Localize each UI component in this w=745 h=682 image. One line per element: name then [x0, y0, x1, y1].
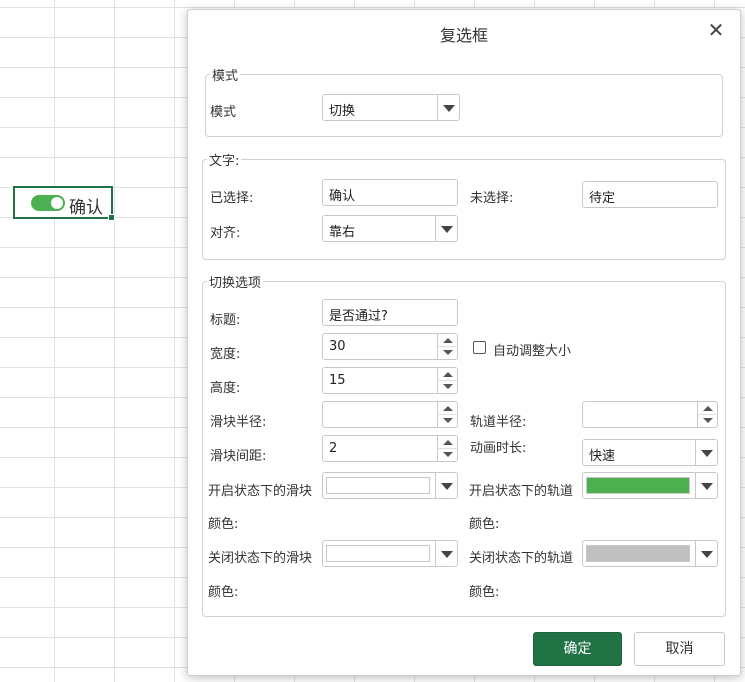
chevron-down-icon[interactable] — [435, 216, 457, 241]
ok-button[interactable]: 确定 — [533, 632, 622, 666]
selected-cell[interactable]: 确认 — [13, 186, 115, 221]
selected-text-label: 已选择: — [210, 191, 254, 206]
align-label: 对齐: — [210, 226, 241, 241]
anim-duration-select[interactable]: 快速 — [582, 439, 718, 466]
on-track-color-picker[interactable] — [582, 472, 718, 499]
caption-label: 标题: — [210, 313, 241, 328]
caption-input[interactable]: 是否通过? — [322, 299, 458, 326]
toggle-knob — [51, 197, 63, 209]
slider-radius-stepper[interactable] — [322, 401, 458, 428]
align-select[interactable]: 靠右 — [322, 215, 458, 242]
height-stepper[interactable]: 15 — [322, 367, 458, 394]
on-track-color-label: 开启状态下的轨道 — [469, 484, 574, 499]
decrement-icon[interactable] — [698, 415, 717, 428]
chevron-down-icon[interactable] — [695, 473, 717, 498]
height-label: 高度: — [210, 381, 241, 396]
decrement-icon[interactable] — [438, 381, 457, 394]
on-slider-color-label-2: 颜色: — [208, 517, 239, 532]
selected-text-value: 确认 — [329, 189, 356, 204]
on-slider-color-label: 开启状态下的滑块 — [208, 484, 313, 499]
decrement-icon[interactable] — [438, 347, 457, 360]
off-track-color-label-2: 颜色: — [469, 585, 500, 600]
auto-size-label: 自动调整大小 — [493, 344, 572, 359]
caption-value: 是否通过? — [329, 309, 388, 324]
on-slider-color-picker[interactable] — [322, 472, 458, 499]
unselected-text-label: 未选择: — [470, 191, 514, 206]
increment-icon[interactable] — [438, 402, 457, 415]
color-swatch — [326, 545, 430, 562]
decrement-icon[interactable] — [438, 449, 457, 462]
color-swatch — [586, 545, 690, 562]
off-track-color-label: 关闭状态下的轨道 — [469, 551, 574, 566]
off-slider-color-picker[interactable] — [322, 540, 458, 567]
off-slider-color-label-2: 颜色: — [208, 585, 239, 600]
width-label: 宽度: — [210, 347, 241, 362]
track-radius-stepper[interactable] — [582, 401, 718, 428]
mode-label: 模式 — [210, 105, 237, 120]
slider-radius-label: 滑块半径: — [210, 415, 267, 430]
on-track-color-label-2: 颜色: — [469, 517, 500, 532]
chevron-down-icon[interactable] — [435, 473, 457, 498]
increment-icon[interactable] — [698, 402, 717, 415]
unselected-text-input[interactable]: 待定 — [582, 181, 718, 208]
track-radius-label: 轨道半径: — [470, 415, 527, 430]
off-track-color-picker[interactable] — [582, 540, 718, 567]
width-stepper[interactable]: 30 — [322, 333, 458, 360]
chevron-down-icon[interactable] — [435, 541, 457, 566]
anim-duration-value: 快速 — [589, 449, 616, 464]
mode-group: 模式 — [205, 65, 723, 137]
increment-icon[interactable] — [438, 368, 457, 381]
chevron-down-icon[interactable] — [437, 95, 459, 120]
increment-icon[interactable] — [438, 334, 457, 347]
dialog-title: 复选框 — [439, 26, 488, 45]
chevron-down-icon[interactable] — [695, 440, 717, 465]
mode-group-legend: 模式 — [212, 69, 239, 84]
unselected-text-value: 待定 — [589, 191, 616, 206]
anim-duration-label: 动画时长: — [470, 441, 527, 456]
chevron-down-icon[interactable] — [695, 541, 717, 566]
slider-gap-value: 2 — [329, 441, 338, 456]
height-value: 15 — [329, 373, 346, 388]
toggle-options-legend: 切换选项 — [209, 276, 262, 291]
fill-handle[interactable] — [108, 214, 115, 221]
off-slider-color-label: 关闭状态下的滑块 — [208, 551, 313, 566]
slider-gap-label: 滑块间距: — [210, 449, 267, 464]
mode-select[interactable]: 切换 — [322, 94, 460, 121]
cell-checkbox-text: 确认 — [69, 198, 103, 218]
slider-gap-stepper[interactable]: 2 — [322, 435, 458, 462]
width-value: 30 — [329, 339, 346, 354]
increment-icon[interactable] — [438, 436, 457, 449]
selected-text-input[interactable]: 确认 — [322, 179, 458, 206]
text-group-legend: 文字: — [209, 154, 240, 169]
toggle-switch-control[interactable] — [31, 195, 65, 211]
align-select-value: 靠右 — [329, 225, 356, 240]
auto-size-checkbox[interactable] — [473, 341, 486, 354]
cancel-button[interactable]: 取消 — [634, 632, 725, 666]
mode-select-value: 切换 — [329, 104, 356, 119]
close-icon[interactable]: ✕ — [706, 20, 726, 40]
color-swatch — [586, 477, 690, 494]
decrement-icon[interactable] — [438, 415, 457, 428]
color-swatch — [326, 477, 430, 494]
checkbox-dialog: 复选框 ✕ 模式 模式 切换 文字: 已选择: 确认 未选择: 待定 对齐: 靠… — [187, 9, 741, 676]
